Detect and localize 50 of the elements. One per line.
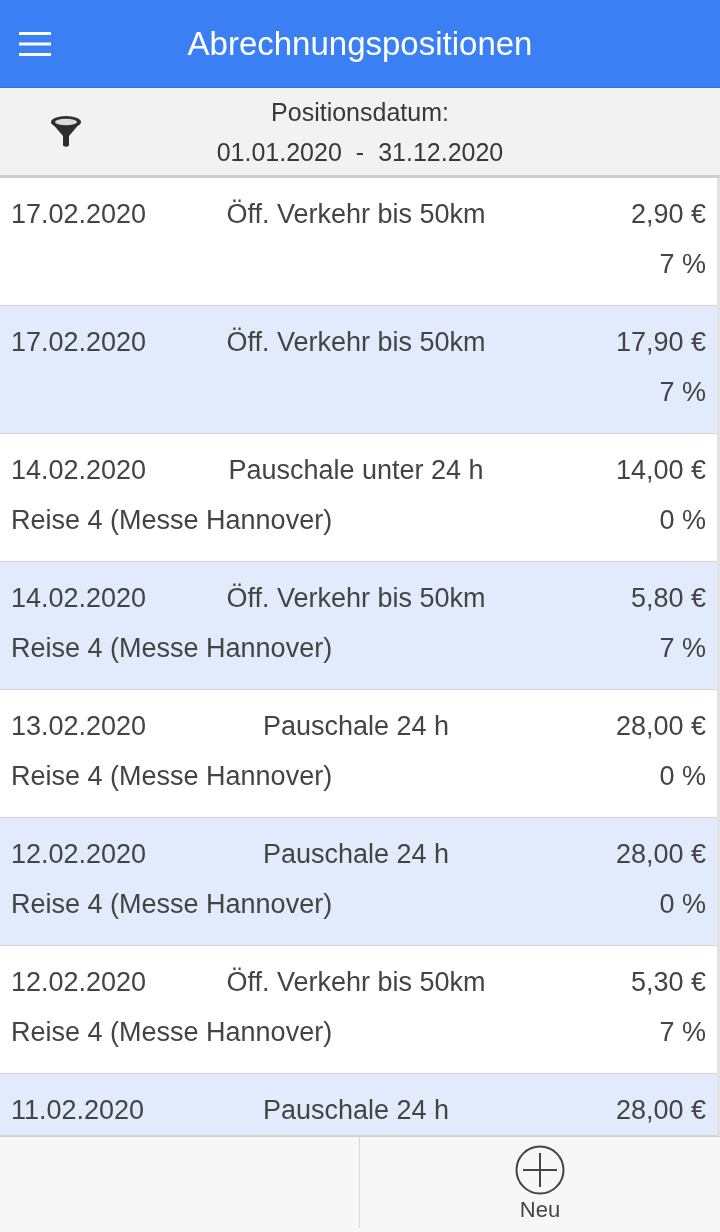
position-amount: 2,90 € <box>629 198 706 231</box>
position-description: Öff. Verkehr bis 50km <box>225 966 487 999</box>
trip-name: Reise 4 (Messe Hannover) <box>11 760 333 793</box>
position-amount: 28,00 € <box>614 838 706 871</box>
position-description: Pauschale 24 h <box>261 838 451 871</box>
position-description: Öff. Verkehr bis 50km <box>225 582 487 615</box>
filter-label: Positionsdatum: <box>271 96 449 128</box>
position-date: 17.02.2020 <box>11 198 148 231</box>
position-date: 12.02.2020 <box>11 966 148 999</box>
vat-rate: 0 % <box>659 888 706 921</box>
date-separator: - <box>355 136 365 168</box>
trip-name: Reise 4 (Messe Hannover) <box>11 1016 333 1049</box>
position-date: 14.02.2020 <box>11 454 148 487</box>
position-row[interactable]: 17.02.2020 Öff. Verkehr bis 50km 17,90 € 7 % <box>0 306 717 434</box>
position-amount: 28,00 € <box>614 710 706 743</box>
vat-rate: 7 % <box>659 632 706 665</box>
trip-name: Reise 4 (Messe Hannover) <box>11 504 333 537</box>
position-amount: 14,00 € <box>614 454 706 487</box>
date-from[interactable]: 01.01.2020 <box>216 131 342 172</box>
position-description: Öff. Verkehr bis 50km <box>225 326 487 359</box>
trip-name: Reise 4 (Messe Hannover) <box>11 888 333 921</box>
new-button[interactable]: Neu <box>359 1137 720 1228</box>
position-description: Öff. Verkehr bis 50km <box>225 198 487 231</box>
position-amount: 17,90 € <box>614 326 706 359</box>
position-date: 17.02.2020 <box>11 326 148 359</box>
position-row[interactable]: 12.02.2020 Pauschale 24 h 28,00 € Reise 4 (Messe Hannover) 0 % <box>0 818 717 946</box>
vat-rate: 0 % <box>659 760 706 793</box>
filter-button[interactable] <box>49 114 83 149</box>
position-description: Pauschale 24 h <box>261 1094 451 1127</box>
menu-icon <box>19 31 51 56</box>
position-date: 12.02.2020 <box>11 838 148 871</box>
position-description: Pauschale unter 24 h <box>227 454 485 487</box>
plus-circle-icon <box>515 1145 565 1195</box>
vat-rate: 0 % <box>659 504 706 537</box>
page-title: Abrechnungspositionen <box>186 23 534 64</box>
vat-rate: 7 % <box>659 248 706 281</box>
position-amount: 28,00 € <box>614 1094 706 1127</box>
position-description: Pauschale 24 h <box>261 710 451 743</box>
trip-name: Reise 4 (Messe Hannover) <box>11 632 333 665</box>
filter-icon <box>50 115 82 148</box>
position-date: 11.02.2020 <box>11 1094 146 1127</box>
position-date: 13.02.2020 <box>11 710 148 743</box>
position-row[interactable]: 11.02.2020 Pauschale 24 h 28,00 € <box>0 1074 717 1136</box>
position-row[interactable]: 14.02.2020 Öff. Verkehr bis 50km 5,80 € Reise 4 (Messe Hannover) 7 % <box>0 562 717 690</box>
date-to[interactable]: 31.12.2020 <box>378 131 504 172</box>
position-date: 14.02.2020 <box>11 582 148 615</box>
vat-rate: 7 % <box>659 376 706 409</box>
vat-rate: 7 % <box>659 1016 706 1049</box>
position-amount: 5,30 € <box>629 966 706 999</box>
position-amount: 5,80 € <box>629 582 706 615</box>
